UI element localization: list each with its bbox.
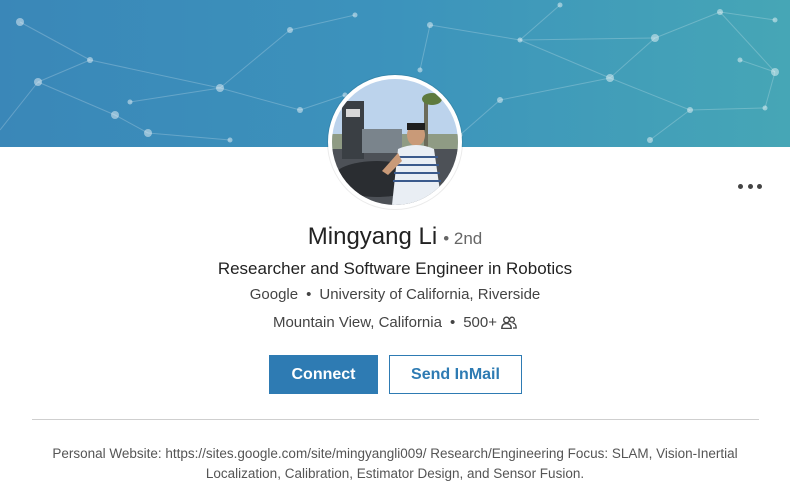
more-dot: [747, 183, 753, 189]
more-dot: [757, 183, 762, 189]
people-icon: [501, 316, 517, 333]
profile-summary: Personal Website: https://sites.google.c…: [52, 446, 738, 481]
name-row: Mingyang Li • 2nd: [0, 223, 790, 251]
profile-name: Mingyang Li: [307, 223, 438, 250]
send-inmail-button[interactable]: Send InMail: [389, 355, 522, 394]
profile-photo-image: [332, 79, 458, 205]
location-connections-line: Mountain View, California • 500+: [0, 314, 790, 333]
company-school-line: Google • University of California, Riversi…: [0, 286, 790, 303]
connections-count[interactable]: 500+: [463, 314, 497, 331]
separator: •: [306, 286, 312, 303]
current-company[interactable]: Google: [250, 286, 298, 303]
separator: •: [449, 314, 456, 331]
education-school[interactable]: University of California, Riverside: [319, 286, 540, 303]
divider: [32, 419, 759, 420]
more-options-icon[interactable]: [738, 176, 762, 196]
profile-photo[interactable]: [328, 75, 462, 209]
connect-button[interactable]: Connect: [269, 355, 378, 394]
connection-degree: • 2nd: [443, 229, 483, 248]
location: Mountain View, California: [272, 314, 442, 331]
more-dot: [738, 183, 743, 189]
profile-headline: Researcher and Software Engineer in Robo…: [217, 259, 573, 278]
